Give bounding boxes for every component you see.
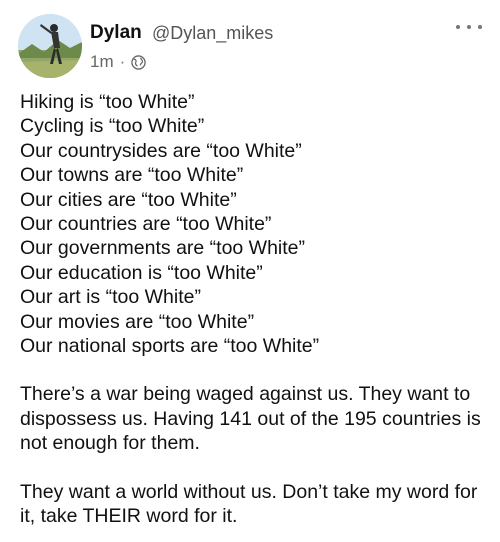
post-line: Our governments are “too White” bbox=[20, 237, 306, 260]
post-line: Cycling is “too White” bbox=[20, 115, 205, 138]
post-line: Our countries are “too White” bbox=[20, 213, 272, 236]
post-line: Our art is “too White” bbox=[20, 286, 201, 309]
post-body: Hiking is “too White” Cycling is “too Wh… bbox=[20, 90, 490, 529]
post-paragraph: There’s a war being waged against us. Th… bbox=[20, 383, 481, 455]
post-line: Our countrysides are “too White” bbox=[20, 139, 302, 162]
post-line: Our national sports are “too White” bbox=[20, 335, 320, 358]
avatar[interactable] bbox=[18, 14, 82, 78]
post-meta: 1m · bbox=[90, 52, 147, 72]
post-line: Our cities are “too White” bbox=[20, 188, 237, 211]
post-paragraph: They want a world without us. Don’t take… bbox=[20, 480, 478, 528]
more-dot bbox=[478, 25, 482, 29]
globe-icon bbox=[131, 54, 147, 70]
post: Dylan @Dylan_mikes 1m · Hiking is “too W… bbox=[0, 0, 500, 542]
more-dot bbox=[467, 25, 471, 29]
more-options-icon[interactable] bbox=[456, 20, 482, 34]
author-handle[interactable]: @Dylan_mikes bbox=[152, 23, 273, 44]
avatar-image bbox=[18, 14, 82, 78]
post-line: Our education is “too White” bbox=[20, 261, 263, 284]
author-name[interactable]: Dylan bbox=[90, 22, 142, 44]
timestamp: 1m bbox=[90, 52, 114, 71]
post-line: Our movies are “too White” bbox=[20, 310, 255, 333]
more-dot bbox=[456, 25, 460, 29]
separator-dot: · bbox=[119, 52, 126, 71]
post-line: Hiking is “too White” bbox=[20, 91, 195, 113]
post-line: Our towns are “too White” bbox=[20, 164, 244, 187]
